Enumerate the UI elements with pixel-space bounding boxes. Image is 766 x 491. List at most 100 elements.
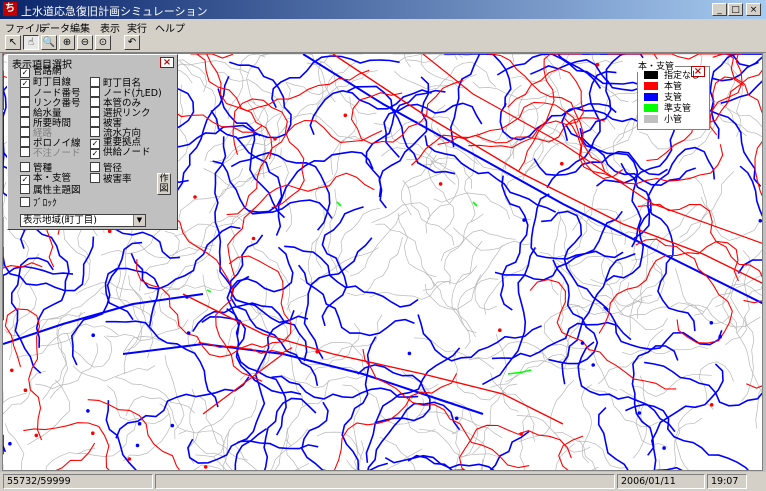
sub-branch-pipe (507, 369, 532, 375)
node-marker (251, 236, 256, 241)
pipe-segment (189, 388, 224, 457)
panel-checkbox[interactable]: 被害率 (90, 173, 132, 185)
checkbox-label: 管路網 (33, 66, 62, 77)
sub-branch-pipe (336, 201, 342, 207)
pipe-segment (625, 403, 749, 470)
status-date: 2006/01/11 (617, 474, 705, 489)
pipe-segment (581, 384, 593, 464)
pipe-segment (375, 223, 437, 278)
checkbox-box[interactable] (20, 97, 30, 107)
branch-pipe-trunk (3, 293, 204, 345)
sub-branch-pipe-layer (206, 201, 532, 375)
checkbox-box[interactable] (20, 147, 30, 157)
node-marker (185, 295, 189, 299)
checkbox-box[interactable] (20, 87, 30, 97)
pipe-segment (164, 228, 217, 296)
pipe-segment (541, 210, 609, 311)
pipe-segment (499, 175, 529, 311)
node-marker (8, 441, 12, 446)
pointer-icon[interactable]: ↖ (5, 35, 21, 50)
checkbox-box[interactable] (20, 107, 30, 117)
checkbox-box[interactable] (90, 87, 100, 97)
pipe-segment (250, 240, 291, 313)
status-message (155, 474, 615, 489)
sub-branch-pipe (472, 201, 478, 207)
pipe-segment (337, 207, 381, 273)
node-marker (595, 62, 600, 67)
sub-branch-pipe (206, 289, 212, 293)
checkbox-box[interactable] (20, 117, 30, 127)
checkbox-label: 不注ノード (33, 148, 81, 159)
pipe-segment (644, 361, 762, 407)
pipe-segment (286, 237, 320, 311)
checkbox-label: 被害率 (103, 174, 132, 185)
checkbox-box[interactable] (90, 97, 100, 107)
pipe-segment (476, 84, 522, 144)
node-marker (203, 465, 208, 469)
zoom-icon[interactable]: 🔍 (41, 35, 57, 50)
pipe-segment (483, 247, 537, 315)
zoom-fit-icon[interactable]: ⊙ (95, 35, 111, 50)
pipe-segment (637, 235, 660, 319)
pipe-segment (66, 332, 113, 368)
zoom-in-icon[interactable]: ⊕ (59, 35, 75, 50)
pipe-segment (3, 370, 46, 415)
app-icon[interactable]: ち (3, 2, 17, 16)
status-bar: 55732/59999 2006/01/11 19:07 (0, 472, 766, 491)
pipe-segment (87, 399, 181, 470)
chevron-down-icon[interactable]: ▼ (133, 215, 145, 226)
node-marker (519, 432, 523, 436)
close-button[interactable]: × (746, 3, 761, 16)
area-select[interactable]: 表示地域(町丁目) ▼ (20, 214, 146, 227)
pipe-segment (164, 355, 185, 440)
checkbox-box[interactable] (90, 173, 100, 183)
pan-icon[interactable]: ☝ (23, 35, 39, 50)
panel-checkbox[interactable]: 不注ノード (20, 147, 81, 159)
pipe-segment (178, 430, 225, 458)
zoom-out-icon[interactable]: ⊖ (77, 35, 93, 50)
node-marker (438, 182, 443, 186)
checkmark-icon[interactable]: ✓ (90, 149, 100, 159)
panel-checkbox[interactable]: ﾌﾞﾛｯｸ (20, 197, 57, 209)
undo-icon[interactable]: ↶ (124, 35, 140, 50)
node-marker (591, 363, 595, 367)
node-marker (127, 457, 132, 461)
title-bar: ち 上水道応急復旧計画シミュレーション _ □ × (0, 0, 766, 19)
pipe-segment (392, 54, 412, 68)
pipe-segment (197, 395, 248, 461)
pipe-segment (27, 379, 71, 446)
node-marker (34, 433, 39, 438)
maximize-button[interactable]: □ (728, 3, 743, 16)
pipe-segment (597, 407, 683, 470)
minimize-button[interactable]: _ (712, 3, 727, 16)
pipe-segment (451, 265, 478, 334)
pipe-segment (42, 322, 67, 401)
pipe-segment (698, 361, 734, 410)
checkbox-box[interactable] (20, 162, 30, 172)
pipe-segment (394, 71, 477, 89)
pipe-segment (271, 375, 419, 400)
pipe-segment (635, 238, 733, 344)
checkbox-box[interactable] (90, 77, 100, 87)
node-marker (560, 161, 564, 166)
checkbox-label: 供給ノード (103, 147, 151, 158)
node-marker (407, 351, 412, 356)
checkbox-box[interactable] (90, 162, 100, 172)
node-marker (709, 403, 714, 407)
panel-checkbox[interactable]: 属性主題図 (20, 184, 81, 196)
checkbox-box[interactable] (90, 127, 100, 137)
checkbox-box[interactable] (20, 197, 30, 207)
pipe-segment (178, 167, 244, 220)
panel-checkbox[interactable]: ✓ 供給ノード (90, 147, 151, 159)
legend-swatch (644, 115, 658, 123)
checkbox-box[interactable] (90, 117, 100, 127)
checkbox-box[interactable] (20, 184, 30, 194)
checkbox-box[interactable] (20, 127, 30, 137)
pipe-segment (260, 54, 302, 57)
checkbox-box[interactable] (90, 107, 100, 117)
checkbox-box[interactable] (20, 137, 30, 147)
pipe-segment (45, 448, 96, 470)
draw-button[interactable]: 作図 (157, 173, 171, 195)
node-marker (498, 328, 502, 333)
panel-close-icon[interactable]: × (160, 57, 174, 68)
